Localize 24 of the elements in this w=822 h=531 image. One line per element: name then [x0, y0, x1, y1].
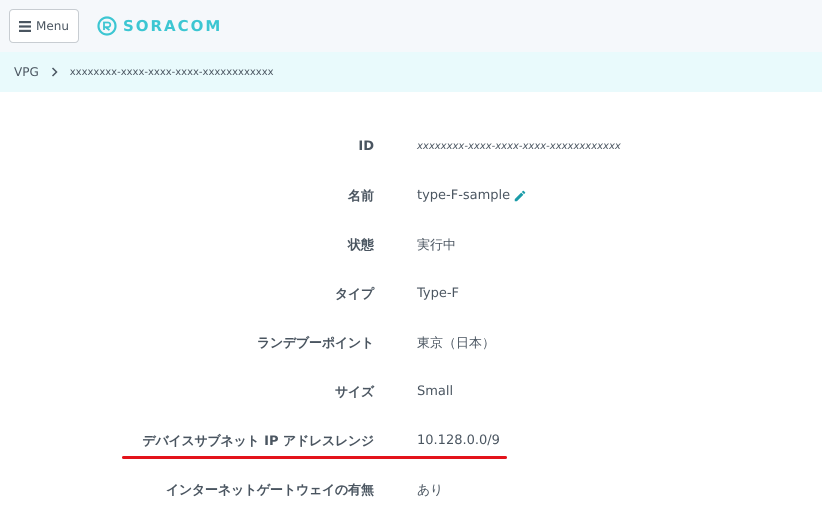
- field-value: xxxxxxxx-xxxx-xxxx-xxxx-xxxxxxxxxxxx: [417, 141, 621, 152]
- breadcrumb-item[interactable]: VPG: [14, 65, 39, 79]
- logo-icon: [96, 16, 117, 36]
- breadcrumb-item: xxxxxxxx-xxxx-xxxx-xxxx-xxxxxxxxxxxx: [70, 66, 274, 78]
- logo-text: SORACOM: [122, 17, 222, 35]
- field-label: デバイスサブネット IP アドレスレンジ: [142, 432, 374, 450]
- field-label: 名前: [348, 188, 374, 204]
- field-value: 東京（日本）: [417, 334, 495, 352]
- field-value: Type-F: [417, 286, 460, 301]
- field-label: 状態: [348, 236, 374, 254]
- edit-icon[interactable]: [513, 188, 528, 202]
- field-label: ID: [358, 139, 374, 154]
- field-value: type-F-sample: [417, 188, 510, 203]
- menu-icon: [19, 20, 31, 32]
- field-value: 10.128.0.0/9: [417, 433, 500, 448]
- menu-button[interactable]: Menu: [9, 9, 79, 43]
- field-value: Small: [417, 384, 454, 399]
- field-value: 実行中: [417, 236, 456, 254]
- field-value: あり: [417, 482, 443, 498]
- field-label: サイズ: [335, 384, 374, 400]
- field-label: インターネットゲートウェイの有無: [166, 482, 374, 498]
- field-label: ランデブーポイント: [257, 334, 374, 352]
- field-label: タイプ: [335, 286, 374, 302]
- chevron-right-icon: [50, 67, 58, 77]
